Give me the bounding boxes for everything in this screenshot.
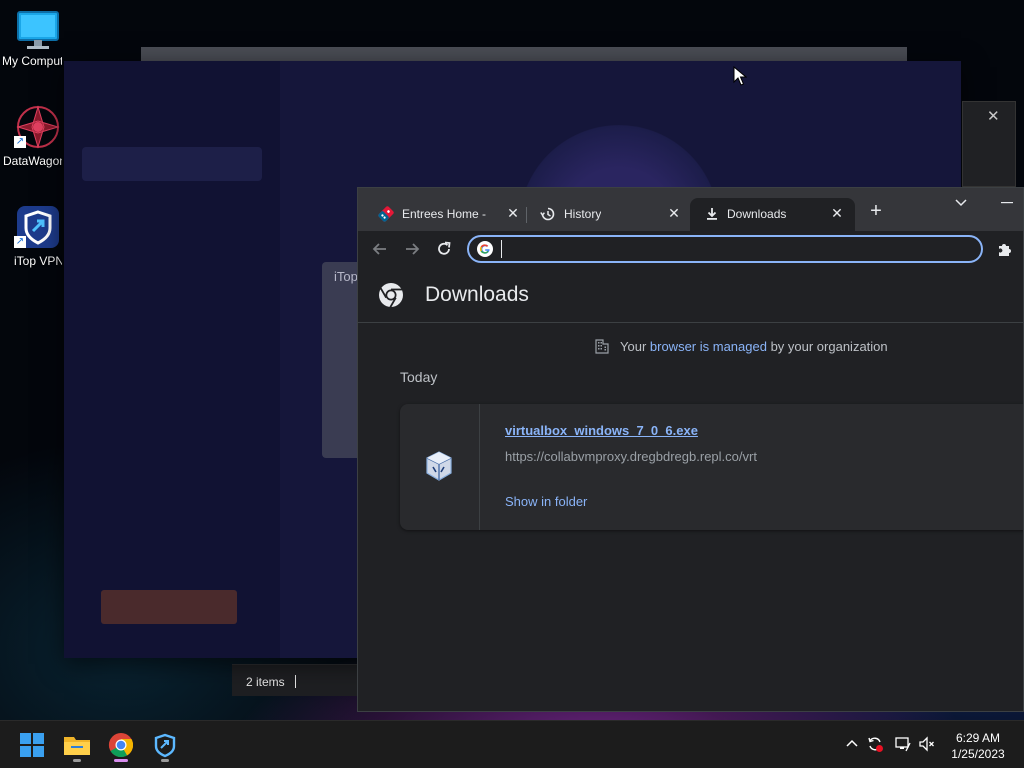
- managed-suffix: by your organization: [766, 339, 888, 354]
- vpn-sidebar-item[interactable]: [82, 273, 262, 307]
- taskbar-file-explorer[interactable]: [61, 729, 93, 762]
- desktop-icon-label: iTop VPN: [14, 254, 62, 268]
- download-icon: [707, 208, 717, 220]
- vpn-dialog-title: iTop: [334, 269, 358, 284]
- windows-logo-icon: [20, 733, 44, 757]
- tab-title: Downloads: [727, 207, 787, 221]
- building-icon: [595, 339, 609, 354]
- close-tab-icon[interactable]: ✕: [666, 205, 682, 221]
- tab-history[interactable]: History ✕: [520, 198, 690, 231]
- tab-downloads[interactable]: Downloads ✕: [690, 198, 855, 231]
- start-button[interactable]: [16, 729, 48, 761]
- show-in-folder-button[interactable]: Show in folder: [505, 494, 587, 509]
- managed-notice: Your browser is managed by your organiza…: [358, 336, 1023, 356]
- taskbar-chrome[interactable]: [105, 729, 137, 762]
- history-icon: [540, 207, 555, 221]
- google-g-icon: [477, 241, 493, 257]
- itop-vpn-icon: [154, 733, 176, 758]
- desktop-icon-label: My Computer: [2, 54, 62, 68]
- vpn-sidebar-item[interactable]: [82, 189, 262, 223]
- active-indicator: [114, 759, 128, 762]
- desktop-icon-label: DataWagon: [3, 154, 62, 168]
- download-item: virtualbox_windows_7_0_6.exe https://col…: [400, 404, 1023, 530]
- close-tab-icon[interactable]: ✕: [505, 205, 521, 221]
- managed-prefix: Your: [620, 339, 650, 354]
- clock-time: 6:29 AM: [955, 731, 1001, 745]
- chrome-logo-icon: [379, 283, 403, 308]
- explorer-status-bar: 2 items: [232, 664, 358, 696]
- reload-icon[interactable]: [435, 240, 453, 258]
- vpn-sidebar: [64, 61, 280, 658]
- shortcut-arrow-icon: ↗: [14, 136, 26, 148]
- tab-entrees-home[interactable]: Entrees Home - Find ✕: [358, 198, 526, 231]
- vpn-sidebar-item[interactable]: [82, 493, 262, 527]
- sync-icon[interactable]: [866, 735, 884, 753]
- managed-text: Your browser is managed by your organiza…: [620, 339, 888, 354]
- mouse-cursor-icon: [733, 66, 747, 86]
- clock-date: 1/25/2023: [951, 747, 1005, 761]
- running-indicator: [73, 759, 81, 762]
- background-dialog: ✕: [962, 101, 1016, 187]
- vpn-sidebar-item[interactable]: [82, 357, 262, 391]
- folder-icon: [64, 737, 90, 755]
- close-icon[interactable]: ✕: [987, 107, 1000, 125]
- download-icon-area: [400, 404, 480, 530]
- date-section-label: Today: [400, 369, 438, 385]
- status-divider: [295, 675, 296, 688]
- vpn-sidebar-item[interactable]: [82, 231, 262, 265]
- vpn-upgrade-button[interactable]: [101, 590, 237, 624]
- chrome-icon: [108, 733, 134, 758]
- shortcut-arrow-icon: ↗: [14, 236, 26, 248]
- managed-link[interactable]: browser is managed: [650, 339, 767, 354]
- vpn-sidebar-item[interactable]: [82, 147, 262, 181]
- running-indicator: [161, 759, 169, 762]
- tab-title: History: [564, 207, 602, 221]
- speaker-muted-icon[interactable]: [918, 735, 936, 753]
- chevron-down-icon[interactable]: [953, 194, 969, 210]
- chevron-up-icon[interactable]: [843, 735, 861, 753]
- network-icon[interactable]: [894, 735, 912, 753]
- extensions-puzzle-icon[interactable]: [996, 240, 1014, 258]
- download-filename-link[interactable]: virtualbox_windows_7_0_6.exe: [505, 423, 698, 438]
- omnibox[interactable]: [467, 235, 983, 263]
- desktop-icon-my-computer[interactable]: My Computer: [0, 10, 76, 68]
- new-tab-button[interactable]: +: [866, 201, 886, 221]
- chrome-window: Entrees Home - Find ✕ History ✕ Download…: [357, 187, 1024, 712]
- browser-toolbar: [358, 231, 1023, 267]
- virtualbox-file-icon: [426, 451, 452, 481]
- dominos-favicon-icon: [378, 206, 394, 222]
- forward-arrow-icon[interactable]: [403, 240, 421, 258]
- page-title: Downloads: [425, 283, 529, 306]
- back-arrow-icon[interactable]: [371, 240, 389, 258]
- system-clock[interactable]: 6:29 AM 1/25/2023: [940, 730, 1016, 762]
- tab-title: Entrees Home - Find: [402, 207, 487, 221]
- taskbar-itop-vpn[interactable]: [149, 729, 181, 762]
- monitor-icon: [17, 11, 59, 49]
- vpn-sidebar-item[interactable]: [82, 315, 262, 349]
- download-source-url: https://collabvmproxy.dregbdregb.repl.co…: [505, 449, 757, 464]
- downloads-header: Downloads: [358, 267, 1023, 323]
- taskbar: 6:29 AM 1/25/2023: [0, 720, 1024, 768]
- address-input[interactable]: [501, 240, 971, 258]
- minimize-icon[interactable]: [1000, 194, 1014, 210]
- tab-strip: Entrees Home - Find ✕ History ✕ Download…: [358, 188, 1023, 231]
- vpn-sidebar-item[interactable]: [82, 451, 262, 485]
- explorer-item-count: 2 items: [246, 675, 285, 689]
- close-tab-icon[interactable]: ✕: [829, 205, 845, 221]
